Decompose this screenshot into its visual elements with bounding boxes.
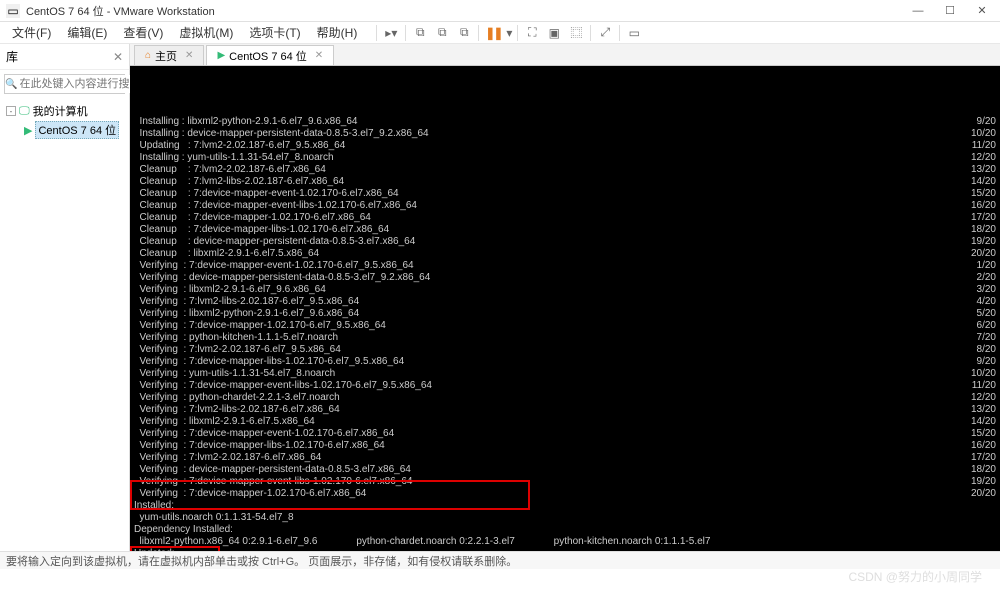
search-box[interactable]: 🔍 ▾ [4, 74, 125, 94]
vm-tab-icon: ▶ [217, 50, 225, 61]
computer-icon: 🖵 [19, 105, 30, 118]
tab-vm-label: CentOS 7 64 位 [229, 48, 307, 64]
pause-button[interactable]: ❚❚ [482, 23, 504, 43]
fullscreen-button[interactable]: ⛶ [521, 23, 543, 43]
menu-edit[interactable]: 编辑(E) [59, 22, 115, 43]
minimize-button[interactable]: — [906, 3, 930, 19]
menu-help[interactable]: 帮助(H) [309, 22, 366, 43]
sidebar: 库 ✕ 🔍 ▾ - 🖵 我的计算机 ▶ CentOS 7 64 位 [0, 44, 130, 551]
window-title: CentOS 7 64 位 - VMware Workstation [26, 3, 906, 19]
tabbar: ⌂ 主页 ✕ ▶ CentOS 7 64 位 ✕ [130, 44, 1000, 66]
console-button[interactable]: ⿴ [565, 23, 587, 43]
app-icon: ▭ [6, 4, 20, 18]
snapshot-button[interactable]: ⧉ [409, 23, 431, 43]
status-text: 要将输入定向到该虚拟机，请在虚拟机内部单击或按 Ctrl+G。 页面展示，非存储… [6, 553, 517, 569]
menubar: 文件(F) 编辑(E) 查看(V) 虚拟机(M) 选项卡(T) 帮助(H) ▸▾… [0, 22, 1000, 44]
tab-home-label: 主页 [155, 48, 177, 64]
tree-vm-label: CentOS 7 64 位 [35, 121, 119, 139]
tab-vm[interactable]: ▶ CentOS 7 64 位 ✕ [206, 45, 334, 65]
tab-home[interactable]: ⌂ 主页 ✕ [134, 45, 204, 65]
menu-vm[interactable]: 虚拟机(M) [171, 22, 241, 43]
maximize-button[interactable]: ☐ [938, 3, 962, 19]
settings-button[interactable]: ▭ [623, 23, 645, 43]
expand-button[interactable]: ⤢ [594, 23, 616, 43]
menu-tabs[interactable]: 选项卡(T) [241, 22, 308, 43]
tree-root-label: 我的计算机 [33, 103, 88, 119]
close-icon[interactable]: ✕ [113, 50, 123, 64]
titlebar: ▭ CentOS 7 64 位 - VMware Workstation — ☐… [0, 0, 1000, 22]
menu-file[interactable]: 文件(F) [4, 22, 59, 43]
menu-view[interactable]: 查看(V) [115, 22, 171, 43]
home-icon: ⌂ [145, 50, 151, 61]
close-button[interactable]: ✕ [970, 3, 994, 19]
pause-dropdown[interactable]: ▾ [504, 23, 514, 43]
terminal-output[interactable]: Installing : libxml2-python-2.9.1-6.el7_… [130, 66, 1000, 551]
snapshot-revert-button[interactable]: ⧉ [453, 23, 475, 43]
tree-vm[interactable]: ▶ CentOS 7 64 位 [2, 120, 127, 140]
tab-close-icon[interactable]: ✕ [185, 50, 193, 61]
sidebar-title: 库 [6, 48, 18, 65]
vm-tree: - 🖵 我的计算机 ▶ CentOS 7 64 位 [0, 98, 129, 144]
vm-icon: ▶ [24, 124, 32, 137]
watermark: CSDN @努力的小周同学 [848, 568, 982, 585]
tree-root[interactable]: - 🖵 我的计算机 [2, 102, 127, 120]
search-icon: 🔍 [5, 75, 17, 93]
power-dropdown[interactable]: ▸▾ [380, 23, 402, 43]
statusbar: 要将输入定向到该虚拟机，请在虚拟机内部单击或按 Ctrl+G。 页面展示，非存储… [0, 551, 1000, 569]
collapse-icon[interactable]: - [6, 106, 16, 116]
tab-close-icon[interactable]: ✕ [315, 50, 323, 61]
sidebar-header: 库 ✕ [0, 44, 129, 70]
snapshot-manager-button[interactable]: ⧉ [431, 23, 453, 43]
unity-button[interactable]: ▣ [543, 23, 565, 43]
